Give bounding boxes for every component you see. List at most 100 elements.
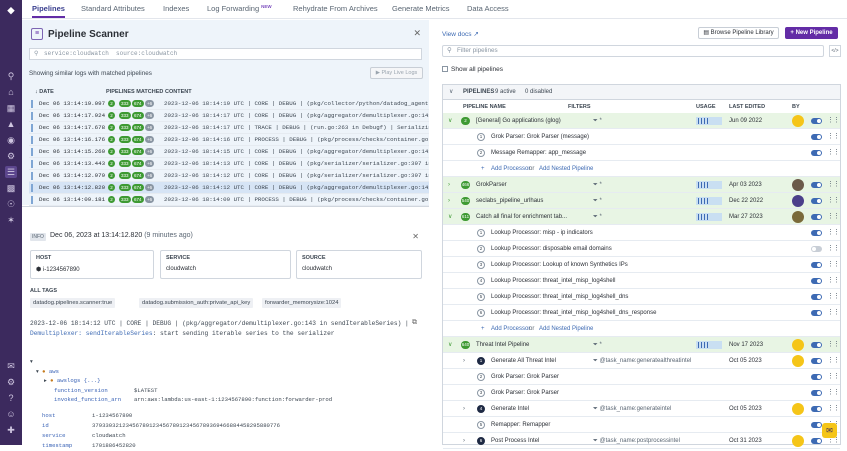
help-icon[interactable]: ? [5, 392, 17, 404]
collapse-icon[interactable]: ∨ [448, 113, 452, 129]
processor-row[interactable]: 6 Lookup Processor: threat_intel_misp_log… [443, 305, 840, 321]
json-row[interactable]: function_version [54, 386, 108, 396]
pipeline-name[interactable]: [General] Go applications (glog) [476, 113, 561, 129]
user-icon[interactable]: ☺ [5, 408, 17, 420]
enable-toggle[interactable] [811, 230, 822, 236]
json-row[interactable]: timestamp [42, 441, 72, 451]
browse-pipeline-library-button[interactable]: ▤ Browse Pipeline Library [698, 27, 779, 39]
processor-row[interactable]: › 1 Generate All Threat Intel ⏷ @task_name:… [443, 353, 840, 369]
enable-toggle[interactable] [811, 422, 822, 428]
drag-handle-icon[interactable]: ⋮⋮ [827, 273, 840, 289]
drag-handle-icon[interactable]: ⋮⋮ [827, 113, 840, 129]
close-detail-icon[interactable]: ✕ [412, 232, 419, 241]
enable-toggle[interactable] [811, 294, 822, 300]
pipeline-row[interactable]: › 466 GrokParser ⏷ * Apr 03 2023 ⋮⋮ [443, 177, 840, 193]
expand-icon[interactable]: › [448, 177, 450, 193]
processor-name[interactable]: Lookup Processor: threat_intel_misp_log4… [491, 273, 615, 289]
tag-chip[interactable]: forwarder_memorysize:1024 [262, 298, 342, 308]
pipeline-match-pill[interactable]: 674 [132, 184, 144, 191]
enable-toggle[interactable] [811, 374, 822, 380]
processor-row[interactable]: 4 Lookup Processor: threat_intel_misp_log… [443, 273, 840, 289]
col-date[interactable]: ↓ DATE [35, 89, 54, 95]
pipeline-match-pill[interactable]: 674 [132, 124, 144, 131]
drag-handle-icon[interactable]: ⋮⋮ [827, 337, 840, 353]
new-pipeline-button[interactable]: + New Pipeline [785, 27, 838, 39]
tab-data-access[interactable]: Data Access [467, 4, 509, 13]
drag-handle-icon[interactable]: ⋮⋮ [827, 369, 840, 385]
drag-handle-icon[interactable]: ⋮⋮ [827, 257, 840, 273]
copy-icon[interactable]: ⧉ [412, 319, 417, 327]
processor-row[interactable]: 5Remapper: Remapper⋮⋮ [443, 417, 840, 433]
log-row[interactable]: Dec 06 13:14:19.097 2 333 674 +6 2023-12-06 1… [29, 98, 429, 110]
processor-row[interactable]: 3 Lookup Processor: Lookup of known Synth… [443, 257, 840, 273]
tab-standard-attributes[interactable]: Standard Attributes [81, 4, 145, 13]
enable-toggle[interactable] [811, 150, 822, 156]
processor-name[interactable]: Grok Parser: Grok Parser [491, 369, 559, 385]
processor-name[interactable]: Remapper: Remapper [491, 417, 550, 433]
pipeline-name[interactable]: Threat Intel Pipeline [476, 337, 529, 353]
enable-toggle[interactable] [811, 182, 822, 188]
pipeline-match-pill[interactable]: +6 [145, 184, 155, 191]
tab-indexes[interactable]: Indexes [163, 4, 189, 13]
pipeline-match-pill[interactable]: 674 [132, 112, 144, 119]
pipeline-match-pill[interactable]: 333 [119, 112, 131, 119]
add-nested-pipeline-link[interactable]: Add Nested Pipeline [539, 321, 593, 337]
expand-icon[interactable]: › [448, 193, 450, 209]
drag-handle-icon[interactable]: ⋮⋮ [827, 209, 840, 225]
expand-icon[interactable]: › [463, 433, 465, 449]
log-row[interactable]: Dec 06 13:14:09.181 2 333 674 +6 2023-12-06 1… [29, 194, 429, 206]
pipeline-match-pill[interactable]: +6 [145, 196, 155, 203]
tag-chip[interactable]: datadog.pipelines.scanner:true [30, 298, 116, 308]
json-awslogs-row[interactable]: ▸ ● awslogs {...} [44, 376, 101, 386]
pipeline-match-pill[interactable]: +6 [145, 112, 155, 119]
processor-name[interactable]: Generate All Threat Intel [491, 353, 556, 369]
view-docs-link[interactable]: View docs ↗ [442, 30, 479, 38]
pipeline-match-pill[interactable]: 2 [108, 124, 115, 131]
processor-name[interactable]: Lookup Processor: threat_intel_misp_log4… [491, 289, 628, 305]
drag-handle-icon[interactable]: ⋮⋮ [827, 241, 840, 257]
dashboard-icon[interactable]: ▦ [5, 102, 17, 114]
processor-row[interactable]: 5 Lookup Processor: threat_intel_misp_log… [443, 289, 840, 305]
source-box[interactable]: SOURCE cloudwatch [296, 250, 422, 279]
tab-pipelines[interactable]: Pipelines [32, 4, 65, 18]
apm-icon[interactable]: ⚙ [5, 150, 17, 162]
drag-handle-icon[interactable]: ⋮⋮ [827, 305, 840, 321]
drag-handle-icon[interactable]: ⋮⋮ [827, 129, 840, 145]
security-icon[interactable]: ☉ [5, 198, 17, 210]
pipeline-match-pill[interactable]: +6 [145, 136, 155, 143]
drag-handle-icon[interactable]: ⋮⋮ [827, 289, 840, 305]
enable-toggle[interactable] [811, 438, 822, 444]
drag-handle-icon[interactable]: ⋮⋮ [827, 193, 840, 209]
filter-pipelines-input[interactable]: ⚲ Filter pipelines [442, 45, 824, 57]
pipeline-match-pill[interactable]: 2 [108, 148, 115, 155]
collapse-icon[interactable]: ∨ [449, 85, 453, 100]
enable-toggle[interactable] [811, 342, 822, 348]
pipeline-match-pill[interactable]: +6 [145, 100, 155, 107]
tab-rehydrate-from-archives[interactable]: Rehydrate From Archives [293, 4, 378, 13]
monitors-icon[interactable]: ◉ [5, 134, 17, 146]
processor-name[interactable]: Lookup Processor: misp - ip indicators [491, 225, 593, 241]
expand-icon[interactable]: › [463, 401, 465, 417]
drag-handle-icon[interactable]: ⋮⋮ [827, 225, 840, 241]
pipelines-header[interactable]: ∨ PIPELINES 9 active 0 disabled [443, 85, 840, 100]
json-row[interactable]: invoked_function_arn [54, 395, 121, 405]
json-row[interactable]: service [42, 431, 66, 441]
pipeline-match-pill[interactable]: 333 [119, 148, 131, 155]
pipeline-match-pill[interactable]: 2 [108, 112, 115, 119]
log-row[interactable]: Dec 06 13:14:15.260 2 333 674 +6 2023-12-06 1… [29, 146, 429, 158]
tab-generate-metrics[interactable]: Generate Metrics [392, 4, 450, 13]
pipeline-match-pill[interactable]: 674 [132, 100, 144, 107]
drag-handle-icon[interactable]: ⋮⋮ [827, 353, 840, 369]
datadog-logo-icon[interactable]: ◆ [5, 4, 17, 16]
search-icon[interactable]: ⚲ [5, 70, 17, 82]
pipeline-match-pill[interactable]: 2 [108, 184, 115, 191]
enable-toggle[interactable] [811, 358, 822, 364]
drag-handle-icon[interactable]: ⋮⋮ [827, 177, 840, 193]
pipeline-match-pill[interactable]: +6 [145, 124, 155, 131]
pipeline-name[interactable]: Catch all final for enrichment tab... [476, 209, 567, 225]
pipeline-name[interactable]: seclabs_pipeline_urlhaus [476, 193, 543, 209]
pipeline-name[interactable]: GrokParser [476, 177, 507, 193]
processor-name[interactable]: Lookup Processor: Lookup of known Synthe… [491, 257, 628, 273]
pipeline-match-pill[interactable]: 674 [132, 172, 144, 179]
tab-log-forwarding[interactable]: Log Forwarding NEW [207, 4, 272, 13]
